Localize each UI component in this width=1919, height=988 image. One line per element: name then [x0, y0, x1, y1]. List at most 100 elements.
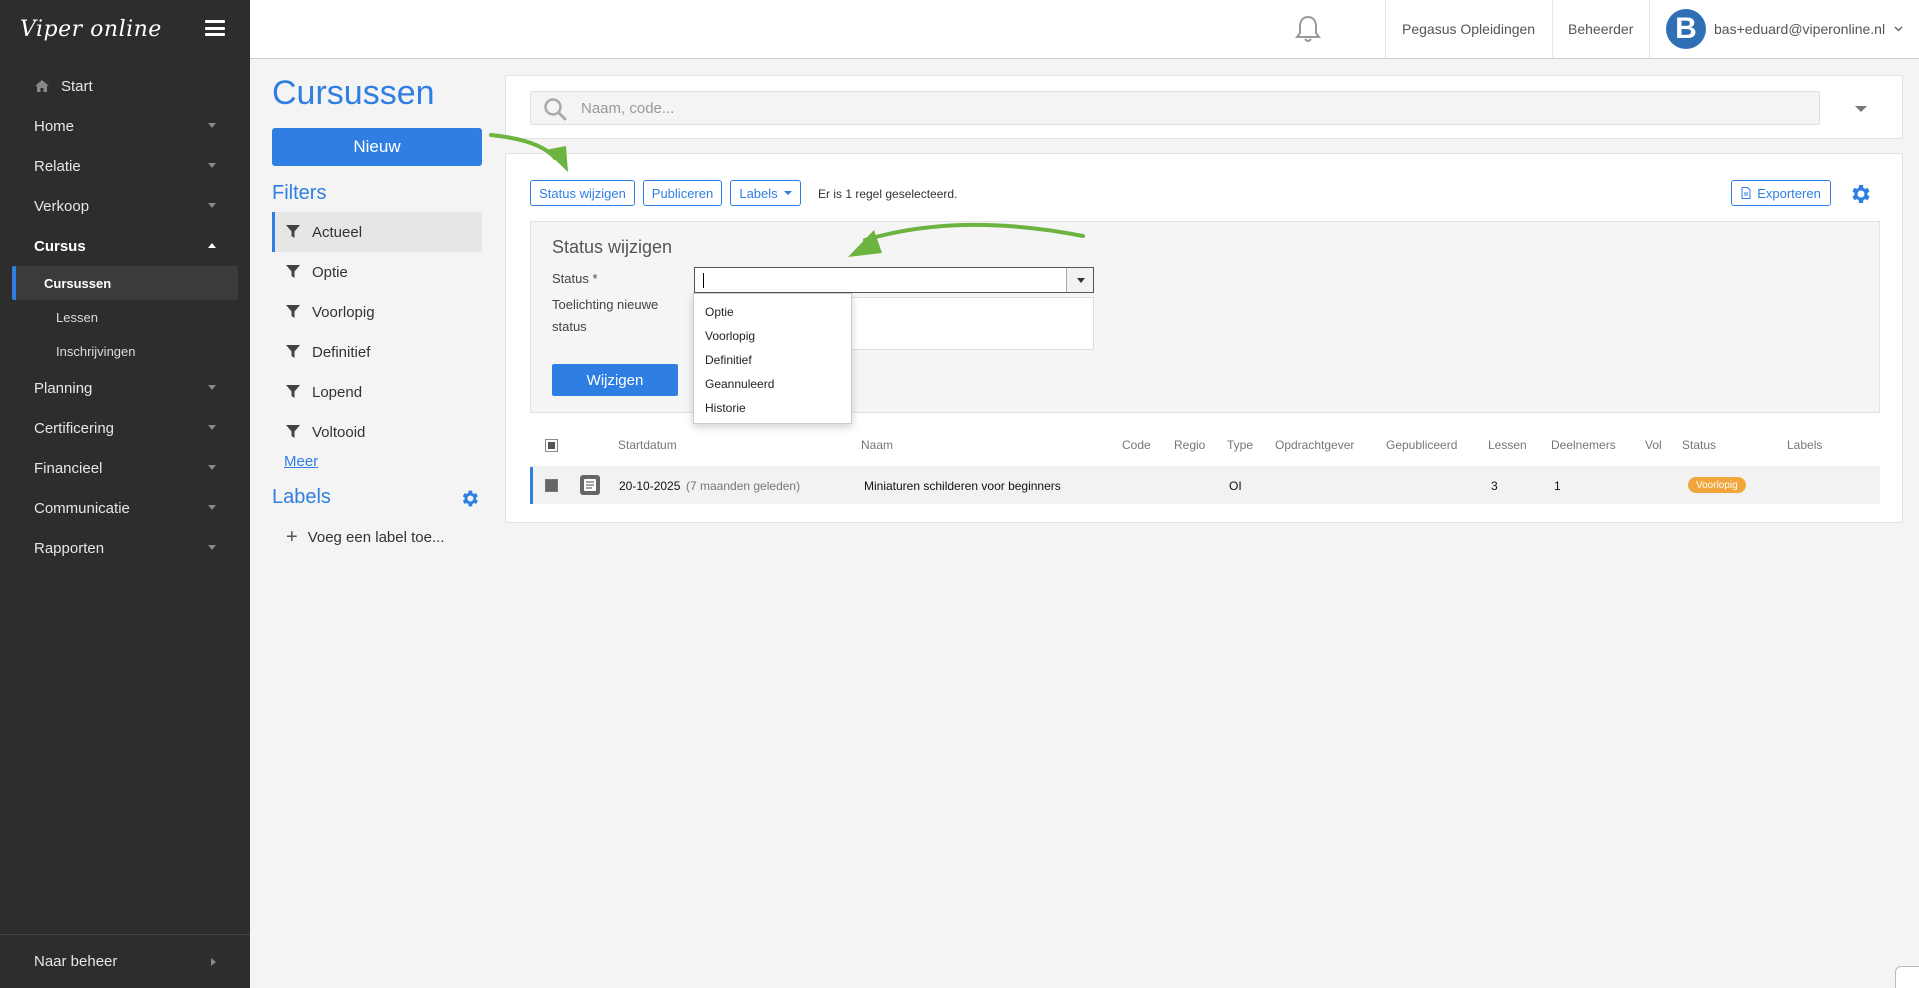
filter-list: Actueel Optie Voorlopig Definitief Lopen… [272, 212, 482, 452]
gear-icon[interactable] [1848, 182, 1872, 206]
user-menu[interactable]: bas+eduard@viperonline.nl [1714, 0, 1885, 58]
chevron-right-icon [211, 958, 216, 966]
filter-optie[interactable]: Optie [272, 252, 482, 292]
naar-beheer-label: Naar beheer [34, 953, 118, 970]
filter-label: Definitief [312, 343, 371, 361]
sidebar-item-cursus[interactable]: Cursus [0, 226, 250, 266]
plus-icon: + [286, 526, 298, 548]
gear-icon[interactable] [459, 488, 480, 509]
sidebar-subitem-cursussen[interactable]: Cursussen [12, 266, 238, 300]
filters-title: Filters [272, 182, 327, 204]
selection-status: Er is 1 regel geselecteerd. [818, 187, 958, 201]
status-wijzigen-button[interactable]: Status wijzigen [530, 180, 635, 206]
col-naam[interactable]: Naam [861, 438, 893, 452]
filter-label: Actueel [312, 223, 363, 241]
search-input[interactable] [581, 92, 1781, 124]
funnel-icon [286, 385, 300, 398]
sidebar-item-start[interactable]: Start [0, 66, 250, 106]
funnel-icon [286, 425, 300, 438]
topbar: Pegasus Opleidingen Beheerder B bas+edua… [250, 0, 1919, 59]
caret-down-icon [208, 385, 216, 390]
sidebar-item-financieel[interactable]: Financieel [0, 448, 250, 488]
search-box [530, 91, 1820, 125]
col-labels[interactable]: Labels [1787, 438, 1822, 452]
courses-table: Startdatum Naam Code Regio Type Opdracht… [530, 421, 1880, 504]
col-gepubliceerd[interactable]: Gepubliceerd [1386, 438, 1457, 452]
filter-actueel[interactable]: Actueel [272, 212, 482, 252]
col-opdrachtgever[interactable]: Opdrachtgever [1275, 438, 1354, 452]
col-deelnemers[interactable]: Deelnemers [1551, 438, 1616, 452]
col-status[interactable]: Status [1682, 438, 1716, 452]
filter-voltooid[interactable]: Voltooid [272, 412, 482, 452]
status-select[interactable] [694, 267, 1094, 293]
new-button[interactable]: Nieuw [272, 128, 482, 166]
sidebar-item-label: Planning [34, 379, 93, 397]
status-dropdown-list: Optie Voorlopig Definitief Geannuleerd H… [693, 293, 852, 424]
add-label-link[interactable]: + Voeg een label toe... [286, 527, 444, 547]
wijzigen-button[interactable]: Wijzigen [552, 364, 678, 396]
sidebar-item-communicatie[interactable]: Communicatie [0, 488, 250, 528]
filter-voorlopig[interactable]: Voorlopig [272, 292, 482, 332]
course-icon [580, 475, 600, 495]
labels-dropdown-button[interactable]: Labels [730, 180, 801, 206]
row-checkbox[interactable] [545, 479, 558, 492]
sidebar-item-home[interactable]: Home [0, 106, 250, 146]
bell-icon[interactable] [1294, 14, 1322, 44]
col-vol[interactable]: Vol [1645, 438, 1662, 452]
filter-label: Optie [312, 263, 348, 281]
naar-beheer-link[interactable]: Naar beheer [0, 934, 250, 988]
chevron-down-icon[interactable] [1894, 26, 1903, 32]
app-logo[interactable]: Viper online [20, 17, 162, 42]
cell-type: OI [1229, 479, 1242, 493]
cell-naam: Miniaturen schilderen voor beginners [864, 479, 1061, 493]
col-startdatum[interactable]: Startdatum [618, 438, 677, 452]
chevron-down-icon[interactable] [1855, 106, 1867, 112]
role-link[interactable]: Beheerder [1568, 0, 1633, 58]
sidebar-item-certificering[interactable]: Certificering [0, 408, 250, 448]
col-regio[interactable]: Regio [1174, 438, 1205, 452]
export-label: Exporteren [1757, 185, 1821, 201]
hamburger-menu-icon[interactable] [205, 20, 225, 36]
sidebar-item-verkoop[interactable]: Verkoop [0, 186, 250, 226]
organisation-link[interactable]: Pegasus Opleidingen [1402, 0, 1535, 58]
status-option-definitief[interactable]: Definitief [694, 348, 851, 372]
funnel-icon [286, 345, 300, 358]
cell-startdatum: 20-10-2025 [619, 479, 681, 493]
sidebar-subitem-lessen[interactable]: Lessen [12, 300, 238, 334]
publiceren-button[interactable]: Publiceren [643, 180, 722, 206]
col-type[interactable]: Type [1227, 438, 1253, 452]
table-row[interactable]: 20-10-2025 (7 maanden geleden) Miniature… [530, 467, 1880, 504]
divider [1649, 0, 1650, 58]
sidebar-subitem-inschrijvingen[interactable]: Inschrijvingen [12, 334, 238, 368]
export-button[interactable]: Exporteren [1731, 180, 1831, 206]
search-card [505, 75, 1903, 139]
document-icon [1741, 187, 1751, 199]
sidebar-item-relatie[interactable]: Relatie [0, 146, 250, 186]
status-option-voorlopig[interactable]: Voorlopig [694, 324, 851, 348]
sidebar-item-label: Financieel [34, 459, 103, 477]
col-lessen[interactable]: Lessen [1488, 438, 1527, 452]
status-option-optie[interactable]: Optie [694, 300, 851, 324]
filter-lopend[interactable]: Lopend [272, 372, 482, 412]
caret-down-icon [208, 505, 216, 510]
col-code[interactable]: Code [1122, 438, 1151, 452]
sidebar-item-label: Start [61, 77, 93, 95]
status-option-geannuleerd[interactable]: Geannuleerd [694, 372, 851, 396]
select-all-checkbox[interactable] [545, 439, 558, 452]
sidebar: Viper online Start Home Relatie Verkoop … [0, 0, 250, 988]
avatar[interactable]: B [1666, 9, 1706, 49]
sidebar-nav: Start Home Relatie Verkoop Cursus Cursus… [0, 66, 250, 568]
sidebar-item-planning[interactable]: Planning [0, 368, 250, 408]
sidebar-item-rapporten[interactable]: Rapporten [0, 528, 250, 568]
status-option-historie[interactable]: Historie [694, 396, 851, 420]
wrench-icon[interactable] [1895, 966, 1919, 988]
divider [1385, 0, 1386, 58]
caret-down-icon [208, 203, 216, 208]
select-arrow[interactable] [1066, 268, 1093, 292]
filter-definitief[interactable]: Definitief [272, 332, 482, 372]
funnel-icon [286, 225, 300, 238]
sidebar-item-label: Verkoop [34, 197, 90, 215]
meer-link[interactable]: Meer [284, 453, 318, 470]
cell-relative-date: (7 maanden geleden) [686, 479, 801, 493]
sidebar-item-label: Relatie [34, 157, 81, 175]
